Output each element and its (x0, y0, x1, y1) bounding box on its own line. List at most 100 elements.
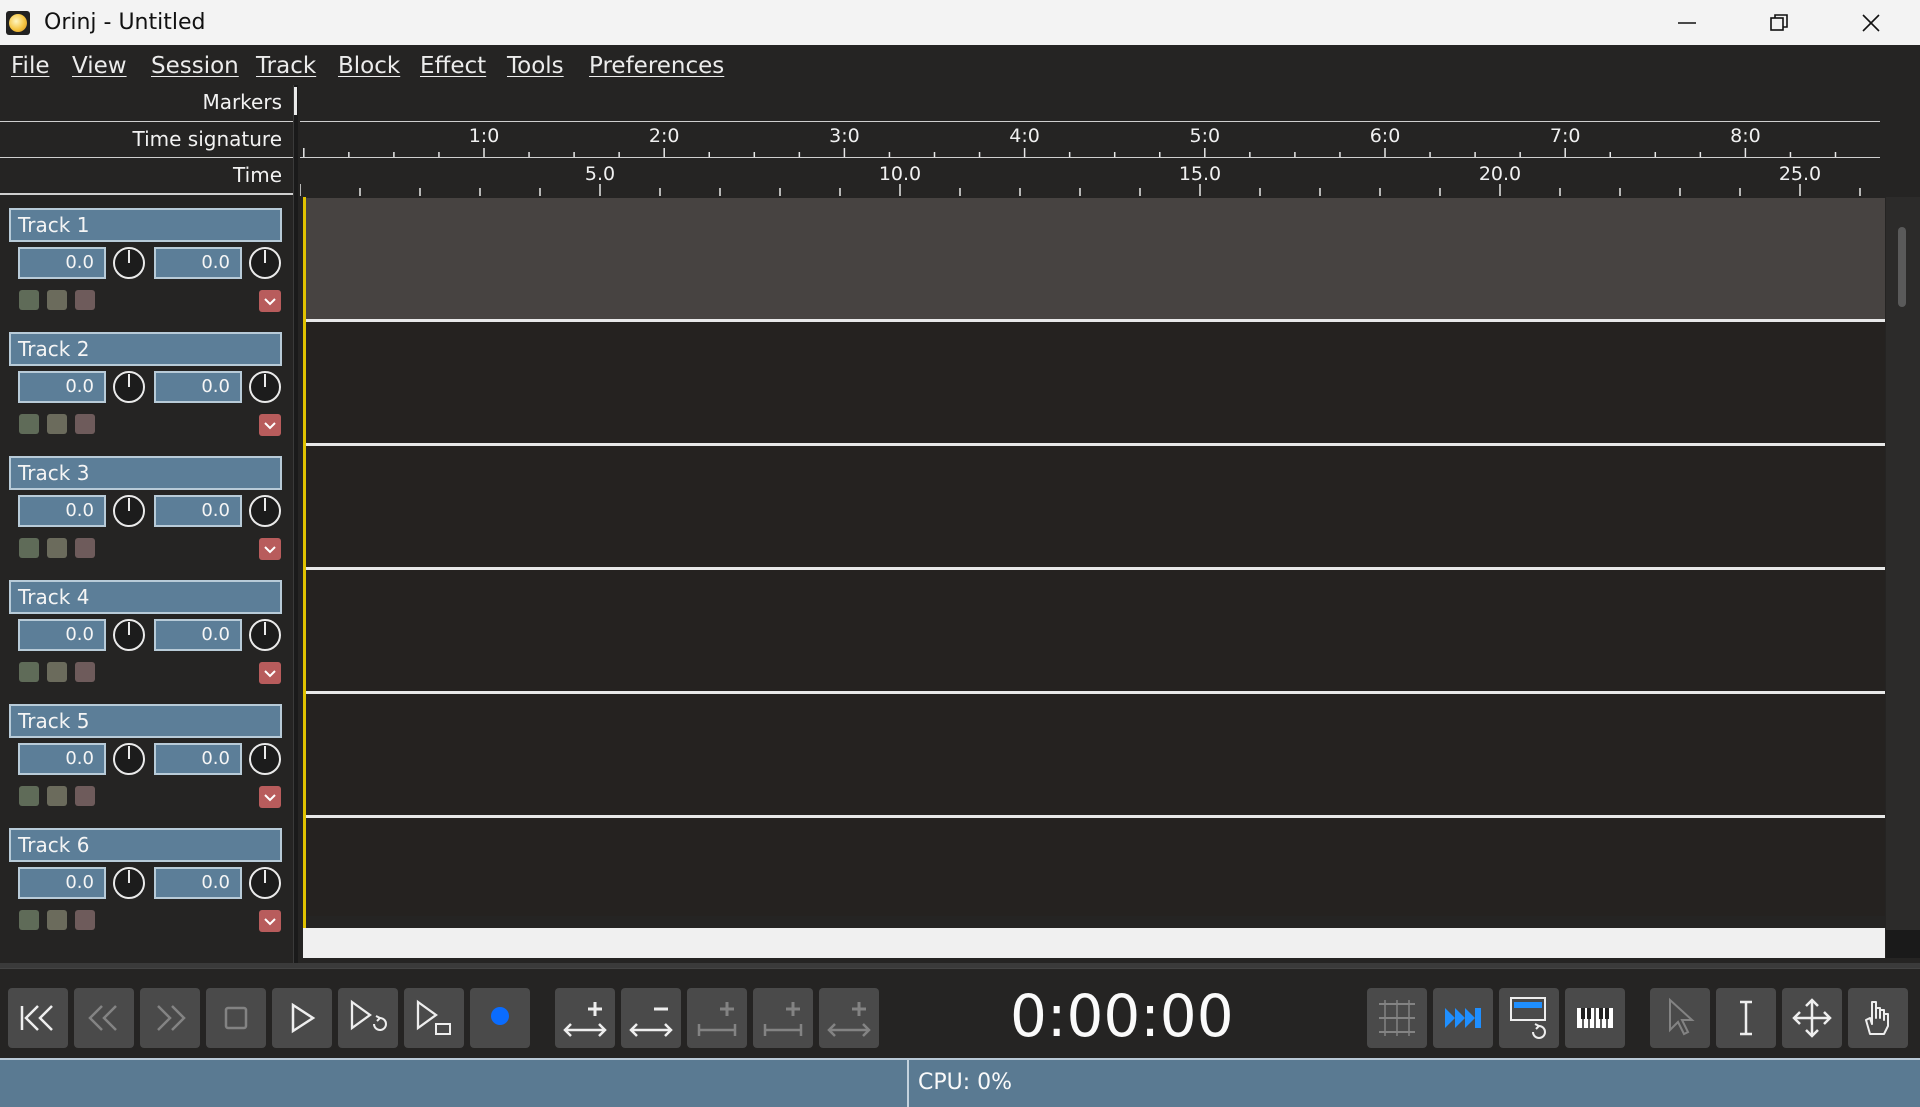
move-tool-button[interactable] (1782, 988, 1842, 1048)
volume-field[interactable]: 0.0 (18, 247, 106, 279)
rewind-button[interactable] (74, 988, 134, 1048)
pan-knob-icon[interactable] (248, 494, 282, 528)
arm-toggle[interactable] (19, 662, 39, 682)
pan-knob-icon[interactable] (248, 866, 282, 900)
track-lane[interactable] (303, 818, 1885, 916)
track-lane[interactable] (303, 570, 1885, 694)
volume-field[interactable]: 0.0 (18, 743, 106, 775)
volume-knob-icon[interactable] (112, 370, 146, 404)
track-name[interactable]: Track 6 (9, 828, 282, 862)
track-menu-button[interactable] (259, 910, 281, 932)
play-button[interactable] (272, 988, 332, 1048)
marker-handle[interactable] (294, 87, 297, 115)
pointer-tool-button[interactable] (1650, 988, 1710, 1048)
minimize-button[interactable] (1641, 0, 1733, 45)
pan-knob-icon[interactable] (248, 370, 282, 404)
vertical-scrollbar-thumb[interactable] (1898, 227, 1906, 307)
arm-toggle[interactable] (19, 910, 39, 930)
zoom-in-horizontal-button[interactable] (555, 988, 615, 1048)
menu-block[interactable]: Block (338, 53, 400, 79)
play-loop-button[interactable] (338, 988, 398, 1048)
pan-field[interactable]: 0.0 (154, 743, 242, 775)
text-cursor-tool-button[interactable] (1716, 988, 1776, 1048)
zoom-fit-button[interactable] (753, 988, 813, 1048)
arm-toggle[interactable] (19, 786, 39, 806)
pan-knob-icon[interactable] (248, 742, 282, 776)
hand-tool-button[interactable] (1848, 988, 1908, 1048)
go-to-start-button[interactable] (8, 988, 68, 1048)
track-name[interactable]: Track 1 (9, 208, 282, 242)
pan-field[interactable]: 0.0 (154, 619, 242, 651)
track-name[interactable]: Track 2 (9, 332, 282, 366)
track-name[interactable]: Track 4 (9, 580, 282, 614)
track-menu-button[interactable] (259, 786, 281, 808)
menu-tools[interactable]: Tools (507, 53, 564, 79)
track-lane[interactable] (303, 322, 1885, 446)
volume-field[interactable]: 0.0 (18, 495, 106, 527)
mute-toggle[interactable] (75, 290, 95, 310)
horizontal-scrollbar[interactable] (303, 928, 1885, 958)
volume-field[interactable]: 0.0 (18, 371, 106, 403)
volume-knob-icon[interactable] (112, 866, 146, 900)
zoom-to-selection-button[interactable] (687, 988, 747, 1048)
arm-toggle[interactable] (19, 538, 39, 558)
menu-effect[interactable]: Effect (420, 53, 486, 79)
solo-toggle[interactable] (47, 538, 67, 558)
piano-button[interactable] (1565, 988, 1625, 1048)
arm-toggle[interactable] (19, 290, 39, 310)
mute-toggle[interactable] (75, 662, 95, 682)
menu-session[interactable]: Session (151, 53, 239, 79)
volume-field[interactable]: 0.0 (18, 619, 106, 651)
stop-button[interactable] (206, 988, 266, 1048)
pan-knob-icon[interactable] (248, 618, 282, 652)
playhead[interactable] (303, 197, 306, 928)
follow-playhead-button[interactable] (1433, 988, 1493, 1048)
zoom-out-horizontal-button[interactable] (621, 988, 681, 1048)
record-button[interactable] (470, 988, 530, 1048)
menu-preferences[interactable]: Preferences (589, 53, 724, 79)
arm-toggle[interactable] (19, 414, 39, 434)
track-menu-button[interactable] (259, 662, 281, 684)
pan-field[interactable]: 0.0 (154, 247, 242, 279)
pan-field[interactable]: 0.0 (154, 867, 242, 899)
solo-toggle[interactable] (47, 662, 67, 682)
time-signature-ruler[interactable]: 1:0 2:0 3:0 4:0 5:0 6:0 7:0 8:0 (300, 121, 1880, 158)
loop-view-button[interactable] (1499, 988, 1559, 1048)
menu-file[interactable]: File (11, 53, 50, 79)
vertical-scrollbar[interactable] (1886, 197, 1920, 930)
time-ruler[interactable]: 5.0 10.0 15.0 20.0 25.0 (300, 157, 1880, 196)
solo-toggle[interactable] (47, 910, 67, 930)
zoom-all-button[interactable] (819, 988, 879, 1048)
track-name[interactable]: Track 3 (9, 456, 282, 490)
fast-forward-button[interactable] (140, 988, 200, 1048)
track-name[interactable]: Track 5 (9, 704, 282, 738)
mute-toggle[interactable] (75, 414, 95, 434)
volume-knob-icon[interactable] (112, 618, 146, 652)
solo-toggle[interactable] (47, 290, 67, 310)
snap-grid-button[interactable] (1367, 988, 1427, 1048)
solo-toggle[interactable] (47, 786, 67, 806)
mute-toggle[interactable] (75, 910, 95, 930)
pan-field[interactable]: 0.0 (154, 371, 242, 403)
pan-knob-icon[interactable] (248, 246, 282, 280)
pan-field[interactable]: 0.0 (154, 495, 242, 527)
volume-knob-icon[interactable] (112, 742, 146, 776)
track-menu-button[interactable] (259, 538, 281, 560)
track-menu-button[interactable] (259, 290, 281, 312)
volume-knob-icon[interactable] (112, 494, 146, 528)
volume-knob-icon[interactable] (112, 246, 146, 280)
play-selection-button[interactable] (404, 988, 464, 1048)
track-lane[interactable] (303, 446, 1885, 570)
track-lane[interactable] (303, 198, 1885, 322)
close-button[interactable] (1825, 0, 1917, 45)
track-menu-button[interactable] (259, 414, 281, 436)
mute-toggle[interactable] (75, 538, 95, 558)
mute-toggle[interactable] (75, 786, 95, 806)
track-lane[interactable] (303, 694, 1885, 818)
volume-field[interactable]: 0.0 (18, 867, 106, 899)
solo-toggle[interactable] (47, 414, 67, 434)
header-splitter[interactable] (293, 85, 298, 968)
menu-track[interactable]: Track (256, 53, 316, 79)
menu-view[interactable]: View (72, 53, 127, 79)
restore-button[interactable] (1733, 0, 1825, 45)
